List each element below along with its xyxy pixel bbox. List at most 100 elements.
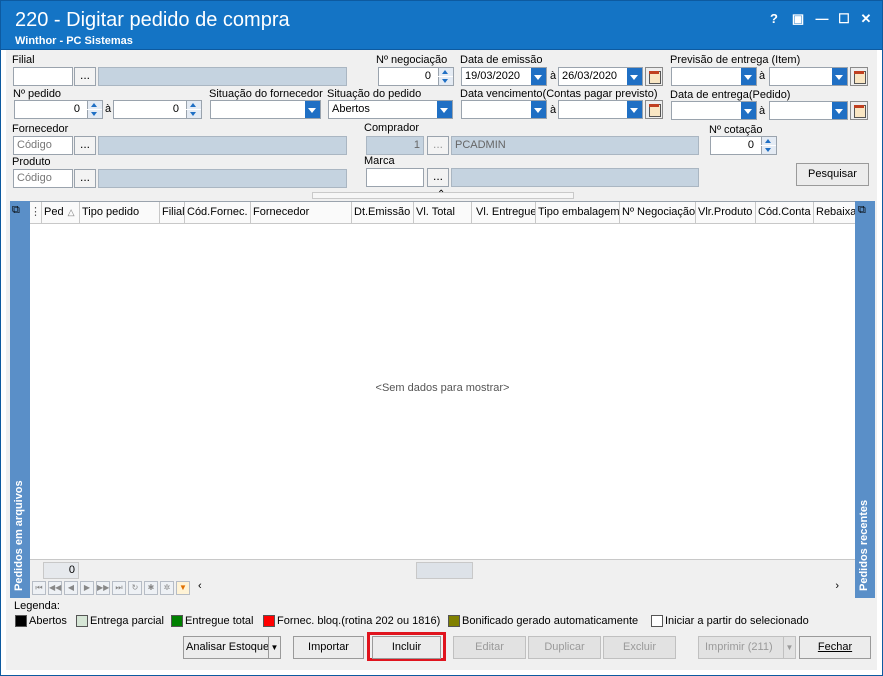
excluir-button[interactable]: Excluir [603, 636, 676, 659]
cotacao-spinner[interactable] [761, 137, 776, 154]
column-header[interactable]: Dt.Emissão [352, 202, 414, 224]
pedido-to-input[interactable]: 0 [113, 100, 202, 119]
filial-search-button[interactable]: ... [74, 67, 96, 86]
sit-fornecedor-select[interactable] [210, 100, 321, 119]
chevron-down-icon[interactable] [437, 101, 452, 118]
scroll-right-icon[interactable]: › [835, 580, 839, 592]
calendar-icon[interactable] [645, 100, 663, 119]
column-header[interactable]: Cód.Fornec. [185, 202, 251, 224]
marca-label: Marca [364, 155, 395, 167]
column-header[interactable]: Cód.Conta [756, 202, 814, 224]
previsao-to-input[interactable] [769, 67, 848, 86]
pedidos-recentes-label: Pedidos recentes [858, 499, 870, 591]
imprimir-button[interactable]: Imprimir (211) ▼ [698, 636, 796, 659]
chevron-down-icon[interactable] [305, 101, 320, 118]
importar-button[interactable]: Importar [293, 636, 364, 659]
bookmark-icon[interactable]: ✲ [160, 581, 174, 595]
column-header[interactable]: Filial [160, 202, 185, 224]
marca-code-input[interactable] [366, 168, 424, 187]
collapse-left-icon[interactable]: ⧉ [12, 203, 20, 217]
sit-pedido-select[interactable]: Abertos [328, 100, 453, 119]
pedido-from-spinner[interactable] [87, 101, 102, 118]
negociacao-input[interactable]: 0 [378, 67, 454, 86]
filial-input[interactable] [13, 67, 73, 86]
iniciar-checkbox[interactable] [651, 615, 663, 627]
chevron-down-icon[interactable] [531, 68, 546, 85]
fornecedor-search-button[interactable]: ... [74, 136, 96, 155]
column-header[interactable]: Tipo embalagem [536, 202, 620, 224]
filter-icon[interactable]: ▼ [176, 581, 190, 595]
chevron-down-icon[interactable] [627, 101, 642, 118]
vencimento-to-input[interactable] [558, 100, 643, 119]
filter-panel-splitter[interactable]: ⌃ [312, 189, 574, 200]
first-page-icon[interactable]: ⏮ [32, 581, 46, 595]
a-label: à [105, 103, 112, 115]
previsao-from-input[interactable] [671, 67, 757, 86]
chevron-down-icon[interactable] [627, 68, 642, 85]
data-emissao-label: Data de emissão [460, 54, 543, 66]
data-emissao-to-input[interactable]: 26/03/2020 [558, 67, 643, 86]
previous-page-icon[interactable]: ◀◀ [48, 581, 62, 595]
analisar-estoque-button[interactable]: Analisar Estoque ▼ [183, 636, 281, 659]
column-header[interactable]: Vlr.Produto [696, 202, 756, 224]
previous-record-icon[interactable]: ◀ [64, 581, 78, 595]
collapse-right-icon[interactable]: ⧉ [858, 203, 866, 217]
horizontal-scrollbar[interactable]: ‹ › [196, 580, 841, 595]
orders-grid[interactable]: ⋮ Ped △ Tipo pedido Filial Cód.Fornec. Fo… [30, 201, 855, 598]
insert-icon[interactable]: ✱ [144, 581, 158, 595]
grid-header: ⋮ Ped △ Tipo pedido Filial Cód.Fornec. Fo… [30, 202, 855, 224]
pedido-to-spinner[interactable] [186, 101, 201, 118]
chevron-down-icon[interactable] [741, 102, 756, 119]
marca-search-button[interactable]: ... [427, 168, 449, 187]
help-icon[interactable]: ? [765, 11, 783, 27]
chevron-down-icon[interactable]: ▼ [268, 637, 280, 658]
chevron-up-icon[interactable]: ⌃ [437, 189, 445, 200]
legend-title: Legenda: [14, 600, 60, 612]
scroll-left-icon[interactable]: ‹ [198, 580, 202, 592]
pedidos-recentes-panel[interactable]: Pedidos recentes [855, 201, 875, 598]
column-chooser-icon[interactable]: ⋮ [30, 202, 42, 224]
column-header[interactable]: Fornecedor [251, 202, 352, 224]
next-record-icon[interactable]: ▶ [80, 581, 94, 595]
chevron-down-icon[interactable]: ▼ [783, 637, 795, 658]
data-emissao-from-input[interactable]: 19/03/2020 [461, 67, 547, 86]
legend-swatch-entrega-parcial [76, 615, 88, 627]
cotacao-input[interactable]: 0 [710, 136, 777, 155]
produto-code-input[interactable]: Código [13, 169, 73, 188]
maximize-icon[interactable]: ☐ [835, 11, 853, 27]
chevron-down-icon[interactable] [832, 68, 847, 85]
column-header[interactable]: Vl. Total [414, 202, 472, 224]
last-page-icon[interactable]: ⏭ [112, 581, 126, 595]
restore-layout-icon[interactable]: ▣ [789, 11, 807, 27]
column-header[interactable]: Nº Negociação [620, 202, 696, 224]
calendar-icon[interactable] [850, 67, 868, 86]
chevron-down-icon[interactable] [741, 68, 756, 85]
column-header[interactable]: Ped △ [42, 202, 80, 224]
minimize-icon[interactable]: — [813, 11, 831, 27]
vencimento-from-input[interactable] [461, 100, 547, 119]
duplicar-button[interactable]: Duplicar [528, 636, 601, 659]
legend-label: Fornec. bloq.(rotina 202 ou 1816) [277, 615, 441, 627]
negociacao-spinner[interactable] [438, 68, 453, 85]
pesquisar-button[interactable]: Pesquisar [796, 163, 869, 186]
editar-button[interactable]: Editar [453, 636, 526, 659]
chevron-down-icon[interactable] [531, 101, 546, 118]
calendar-icon[interactable] [645, 67, 663, 86]
legend-swatch-bonificado [448, 615, 460, 627]
pedido-from-input[interactable]: 0 [14, 100, 103, 119]
fornecedor-code-input[interactable]: Código [13, 136, 73, 155]
produto-search-button[interactable]: ... [74, 169, 96, 188]
column-header[interactable]: Vl. Entregue [472, 202, 536, 224]
column-header[interactable]: Tipo pedido [80, 202, 160, 224]
column-header[interactable]: Rebaixa [814, 202, 855, 224]
entrega-to-input[interactable] [769, 101, 848, 120]
fechar-button[interactable]: Fechar [799, 636, 871, 659]
chevron-down-icon[interactable] [832, 102, 847, 119]
entrega-from-input[interactable] [671, 101, 757, 120]
incluir-button[interactable]: Incluir [372, 636, 441, 659]
close-icon[interactable]: ✕ [857, 11, 875, 27]
next-page-icon[interactable]: ▶▶ [96, 581, 110, 595]
calendar-icon[interactable] [850, 101, 868, 120]
refresh-icon[interactable]: ↻ [128, 581, 142, 595]
pedidos-em-arquivos-panel[interactable]: Pedidos em arquivos [10, 201, 30, 598]
